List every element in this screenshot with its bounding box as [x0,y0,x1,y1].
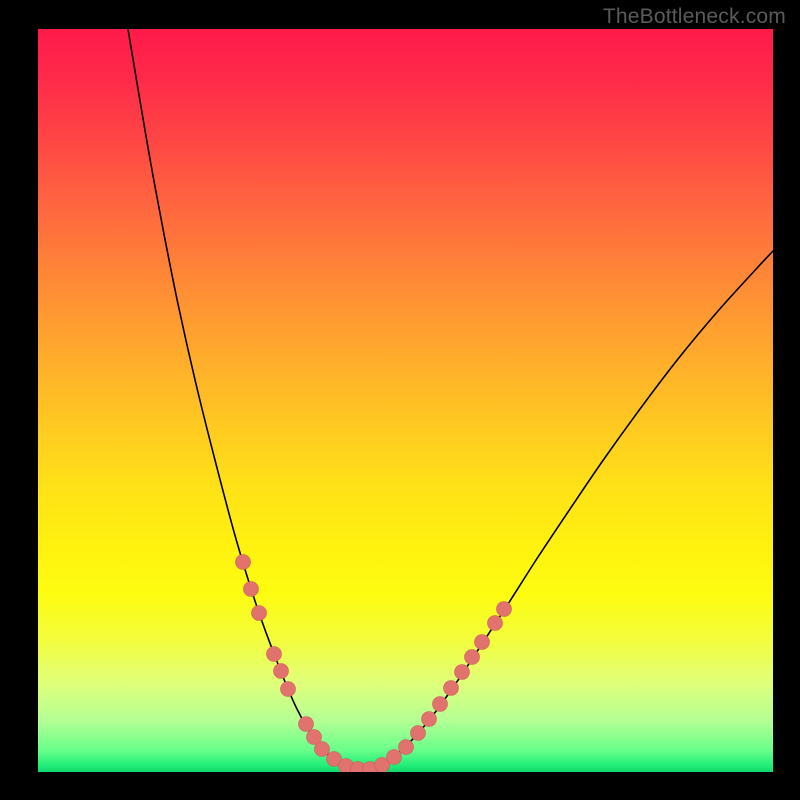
curve-dot [236,555,251,570]
curve-dot [399,740,414,755]
curve-dot [274,664,289,679]
curve-dot [433,697,448,712]
curve-dot [444,681,459,696]
curve-dot [422,712,437,727]
curve-dot [315,742,330,757]
plot-area [38,29,773,772]
curve-dot [387,750,402,765]
curve-dot [411,726,426,741]
chart-frame: TheBottleneck.com [0,0,800,800]
curve-dot [299,717,314,732]
chart-svg [38,29,773,772]
curve-dot [465,650,480,665]
curve-dot [281,682,296,697]
curve-dot [267,647,282,662]
curve-dot [455,665,470,680]
curve-dot [488,616,503,631]
watermark-text: TheBottleneck.com [603,5,786,29]
bottleneck-curve [128,29,773,770]
curve-dot [475,635,490,650]
curve-dot [252,606,267,621]
curve-dot [497,602,512,617]
curve-dot [244,582,259,597]
